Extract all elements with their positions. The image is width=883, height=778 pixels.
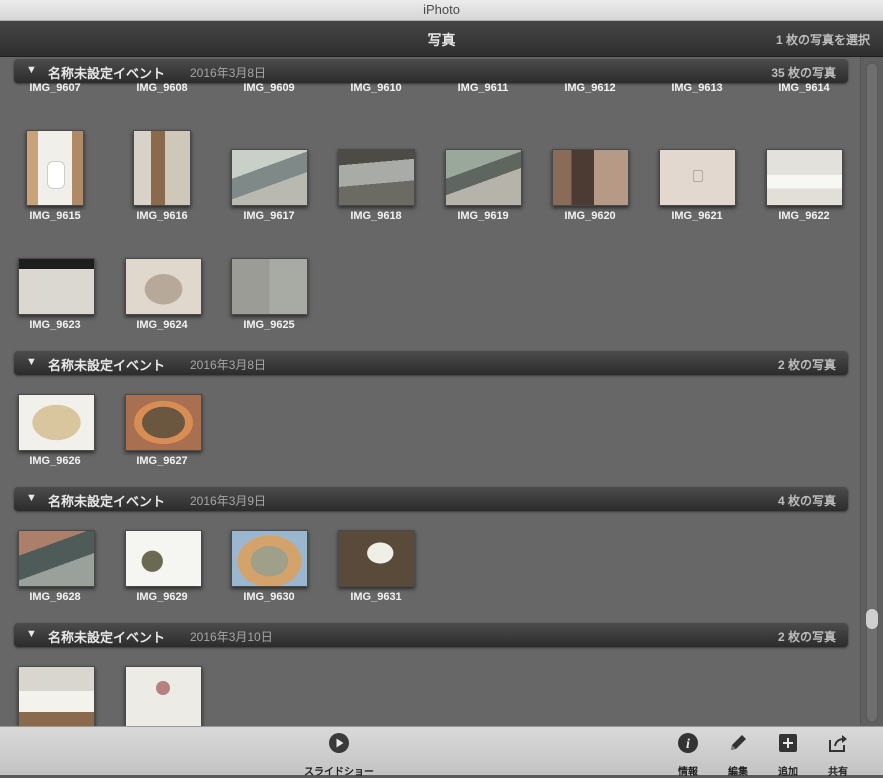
info-label: 情報 (678, 767, 698, 778)
photo-thumbnail[interactable] (338, 530, 415, 587)
window-titlebar: iPhoto (0, 0, 883, 21)
photo-thumbnail[interactable] (18, 394, 95, 451)
photo-label[interactable]: IMG_9608 (112, 82, 212, 94)
event-photo-count: 4 枚の写真 (777, 494, 836, 508)
photo-label[interactable]: IMG_9616 (112, 210, 212, 222)
event-date: 2016年3月10日 (190, 630, 273, 644)
photo-label[interactable]: IMG_9620 (540, 210, 640, 222)
share-icon (829, 735, 847, 752)
event-header[interactable]: ▼ 名称未設定イベント 2016年3月8日 2 枚の写真 (14, 351, 848, 375)
photo-thumbnail[interactable] (231, 530, 308, 587)
photo-label[interactable]: IMG_9631 (326, 591, 426, 603)
outlet-shape (693, 170, 703, 182)
event-name: 名称未設定イベント (48, 630, 166, 645)
photo-label[interactable]: IMG_9627 (112, 455, 212, 467)
photo-label[interactable]: IMG_9622 (754, 210, 854, 222)
event-date: 2016年3月8日 (190, 358, 267, 372)
photo-thumbnail[interactable] (231, 258, 308, 315)
photo-thumbnail[interactable] (338, 149, 415, 206)
window-title: iPhoto (423, 2, 460, 17)
photo-label[interactable]: IMG_9615 (5, 210, 105, 222)
photo-thumbnail[interactable] (18, 258, 95, 315)
info-button[interactable]: i 情報 (672, 732, 704, 778)
flower-shape (156, 681, 170, 695)
event-header[interactable]: ▼ 名称未設定イベント 2016年3月9日 4 枚の写真 (14, 487, 848, 511)
photo-thumbnail[interactable] (231, 149, 308, 206)
scroll-thumb[interactable] (866, 609, 878, 629)
event-photo-count: 35 枚の写真 (771, 66, 836, 80)
photo-thumbnail[interactable] (552, 149, 629, 206)
photo-thumbnail[interactable] (125, 530, 202, 587)
photo-thumbnail[interactable] (766, 149, 843, 206)
photo-thumbnail[interactable] (125, 258, 202, 315)
event-header[interactable]: ▼ 名称未設定イベント 2016年3月8日 35 枚の写真 (14, 59, 848, 83)
event-photo-count: 2 枚の写真 (777, 630, 836, 644)
photo-label[interactable]: IMG_9617 (219, 210, 319, 222)
photo-label[interactable]: IMG_9618 (326, 210, 426, 222)
event-name: 名称未設定イベント (48, 494, 166, 509)
photo-label[interactable]: IMG_9630 (219, 591, 319, 603)
photo-label[interactable]: IMG_9609 (219, 82, 319, 94)
plus-icon (779, 734, 797, 752)
disclosure-triangle-icon[interactable]: ▼ (26, 492, 37, 504)
photo-grid[interactable]: ▼ 名称未設定イベント 2016年3月8日 35 枚の写真 IMG_9607 I… (0, 57, 883, 726)
photo-label[interactable]: IMG_9623 (5, 319, 105, 331)
slideshow-button[interactable]: スライドショー (296, 732, 382, 778)
photo-label[interactable]: IMG_9610 (326, 82, 426, 94)
disclosure-triangle-icon[interactable]: ▼ (26, 628, 37, 640)
event-date: 2016年3月9日 (190, 494, 267, 508)
photo-label[interactable]: IMG_9621 (647, 210, 747, 222)
info-icon: i (678, 733, 698, 753)
add-label: 追加 (778, 767, 798, 778)
photo-label[interactable]: IMG_9613 (647, 82, 747, 94)
event-photo-count: 2 枚の写真 (777, 358, 836, 372)
photo-label[interactable]: IMG_9626 (5, 455, 105, 467)
vertical-scrollbar[interactable] (860, 57, 883, 726)
share-button[interactable]: 共有 (822, 732, 854, 778)
photo-thumbnail[interactable] (125, 394, 202, 451)
header-title: 写真 (427, 32, 456, 48)
photo-label[interactable]: IMG_9628 (5, 591, 105, 603)
photo-thumbnail[interactable] (659, 149, 736, 206)
photo-label[interactable]: IMG_9624 (112, 319, 212, 331)
photo-thumbnail[interactable] (445, 149, 522, 206)
photo-thumbnail[interactable] (18, 530, 95, 587)
add-button[interactable]: 追加 (772, 732, 804, 778)
photo-label[interactable]: IMG_9629 (112, 591, 212, 603)
photo-label[interactable]: IMG_9612 (540, 82, 640, 94)
toilet-shape (47, 161, 65, 189)
photo-label[interactable]: IMG_9614 (754, 82, 854, 94)
photos-header: 写真 1 枚の写真を選択 (0, 21, 883, 57)
edit-label: 編集 (728, 767, 748, 778)
photo-thumbnail[interactable] (133, 130, 191, 206)
photo-label[interactable]: IMG_9611 (433, 82, 533, 94)
event-name: 名称未設定イベント (48, 358, 166, 373)
photo-thumbnail[interactable] (26, 130, 84, 206)
photo-label[interactable]: IMG_9607 (5, 82, 105, 94)
play-circle-icon (329, 733, 349, 753)
event-date: 2016年3月8日 (190, 66, 267, 80)
svg-text:i: i (686, 737, 690, 752)
slideshow-label: スライドショー (304, 767, 374, 778)
disclosure-triangle-icon[interactable]: ▼ (26, 356, 37, 368)
photo-label[interactable]: IMG_9619 (433, 210, 533, 222)
bottom-toolbar: スライドショー i 情報 編集 追加 共有 (0, 726, 883, 778)
share-label: 共有 (828, 767, 848, 778)
event-header[interactable]: ▼ 名称未設定イベント 2016年3月10日 2 枚の写真 (14, 623, 848, 647)
photo-thumbnail[interactable] (125, 666, 202, 726)
edit-button[interactable]: 編集 (722, 732, 754, 778)
pencil-icon (731, 735, 746, 750)
photo-label[interactable]: IMG_9625 (219, 319, 319, 331)
selection-count: 1 枚の写真を選択 (775, 33, 870, 47)
photo-thumbnail[interactable] (18, 666, 95, 726)
disclosure-triangle-icon[interactable]: ▼ (26, 64, 37, 76)
event-name: 名称未設定イベント (48, 66, 166, 81)
